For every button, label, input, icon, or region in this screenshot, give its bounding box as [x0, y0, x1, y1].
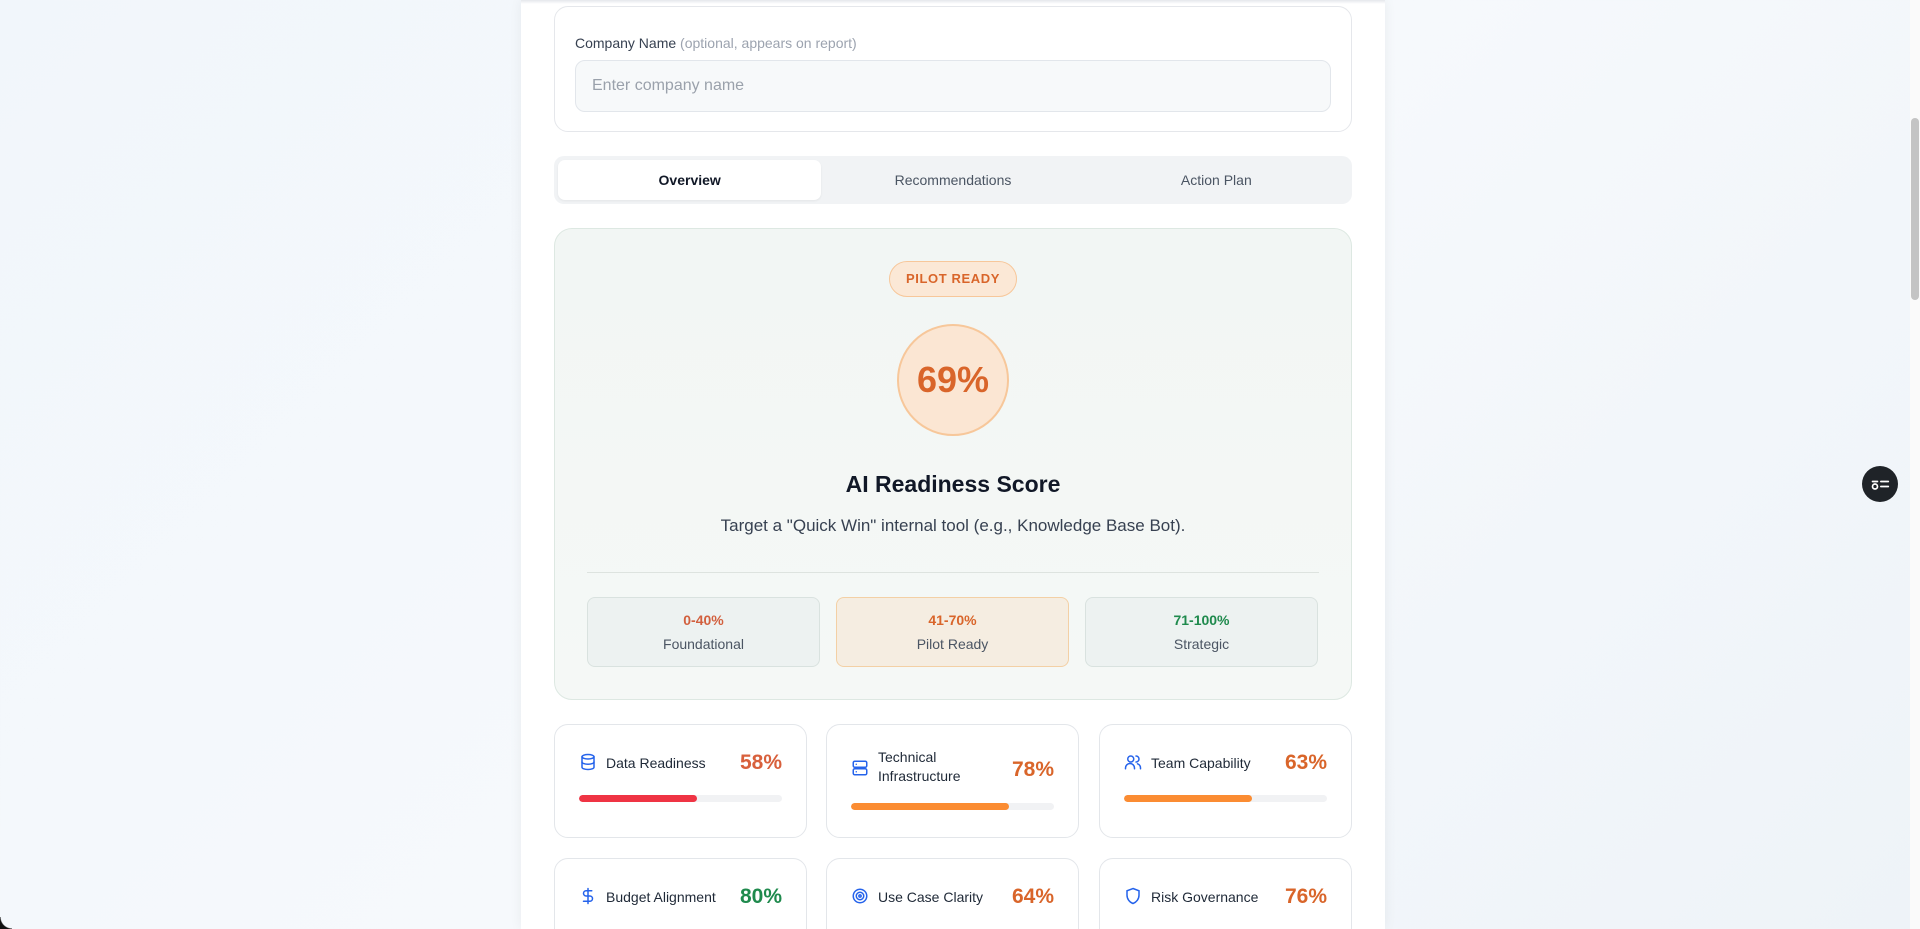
metric-progress-track	[851, 803, 1054, 810]
status-badge: PILOT READY	[889, 261, 1017, 297]
metric-label: Risk Governance	[1151, 889, 1259, 905]
metric-value: 78%	[1011, 758, 1054, 781]
range-label: Strategic	[1173, 636, 1230, 652]
users-icon	[1124, 755, 1142, 770]
company-name-hint: (optional, appears on report)	[680, 35, 857, 51]
range-value: 71-100%	[1173, 612, 1230, 628]
metric-card-data-readiness: Data Readiness 58%	[554, 724, 807, 838]
metric-progress-fill	[579, 795, 697, 802]
metric-progress-fill	[851, 803, 1010, 810]
company-name-label-text: Company Name	[575, 35, 677, 51]
metric-value: 64%	[1011, 885, 1054, 908]
company-name-section: Company Name (optional, appears on repor…	[554, 6, 1352, 132]
tab-recommendations[interactable]: Recommendations	[821, 160, 1084, 200]
metric-card-team-capability: Team Capability 63%	[1099, 724, 1352, 838]
metric-value: 80%	[739, 885, 782, 908]
dollar-icon	[582, 887, 594, 905]
company-name-input[interactable]	[575, 60, 1331, 112]
metric-label: Budget Alignment	[606, 889, 716, 905]
metric-card-budget-alignment: Budget Alignment 80%	[554, 858, 807, 929]
metric-value: 76%	[1284, 885, 1327, 908]
divider	[587, 572, 1319, 573]
metric-label: Use Case Clarity	[878, 889, 984, 905]
main-card-column: Company Name (optional, appears on repor…	[521, 0, 1385, 929]
toggle-list-icon	[1871, 480, 1890, 490]
metric-label: Technical Infrastructure	[878, 749, 961, 784]
company-name-label: Company Name (optional, appears on repor…	[575, 35, 857, 51]
floating-menu-button[interactable]	[1862, 466, 1898, 502]
range-label: Pilot Ready	[916, 636, 989, 652]
tab-overview[interactable]: Overview	[558, 160, 822, 200]
range-pilot-ready: 41-70% Pilot Ready	[836, 597, 1069, 667]
window-corner	[0, 917, 12, 929]
shield-icon	[1126, 887, 1140, 905]
score-title: AI Readiness Score	[845, 471, 1061, 497]
range-value: 0-40%	[683, 612, 724, 628]
metric-progress-track	[1124, 795, 1327, 802]
range-value: 41-70%	[928, 612, 977, 628]
server-icon	[852, 760, 868, 776]
tab-bar: Overview Recommendations Action Plan	[554, 156, 1352, 204]
metric-progress-fill	[1124, 795, 1252, 802]
target-icon	[852, 888, 868, 904]
score-circle: 69%	[897, 324, 1009, 436]
metric-value: 58%	[739, 751, 782, 774]
metric-card-technical-infrastructure: Technical Infrastructure 78%	[826, 724, 1079, 838]
metric-progress-track	[579, 795, 782, 802]
database-icon	[581, 753, 595, 771]
range-foundational: 0-40% Foundational	[587, 597, 820, 667]
metric-label: Team Capability	[1151, 755, 1251, 771]
metric-card-risk-governance: Risk Governance 76%	[1099, 858, 1352, 929]
metric-value: 63%	[1284, 751, 1327, 774]
metric-card-use-case-clarity: Use Case Clarity 64%	[826, 858, 1079, 929]
scrollbar-thumb[interactable]	[1911, 118, 1919, 300]
tab-action-plan[interactable]: Action Plan	[1085, 160, 1348, 200]
range-strategic: 71-100% Strategic	[1085, 597, 1318, 667]
score-recommendation: Target a "Quick Win" internal tool (e.g.…	[720, 516, 1186, 535]
readiness-score-panel: PILOT READY 69% AI Readiness Score Targe…	[554, 228, 1352, 700]
range-label: Foundational	[663, 636, 744, 652]
page-scrollbar[interactable]	[1910, 0, 1920, 929]
metric-label: Data Readiness	[606, 755, 706, 771]
